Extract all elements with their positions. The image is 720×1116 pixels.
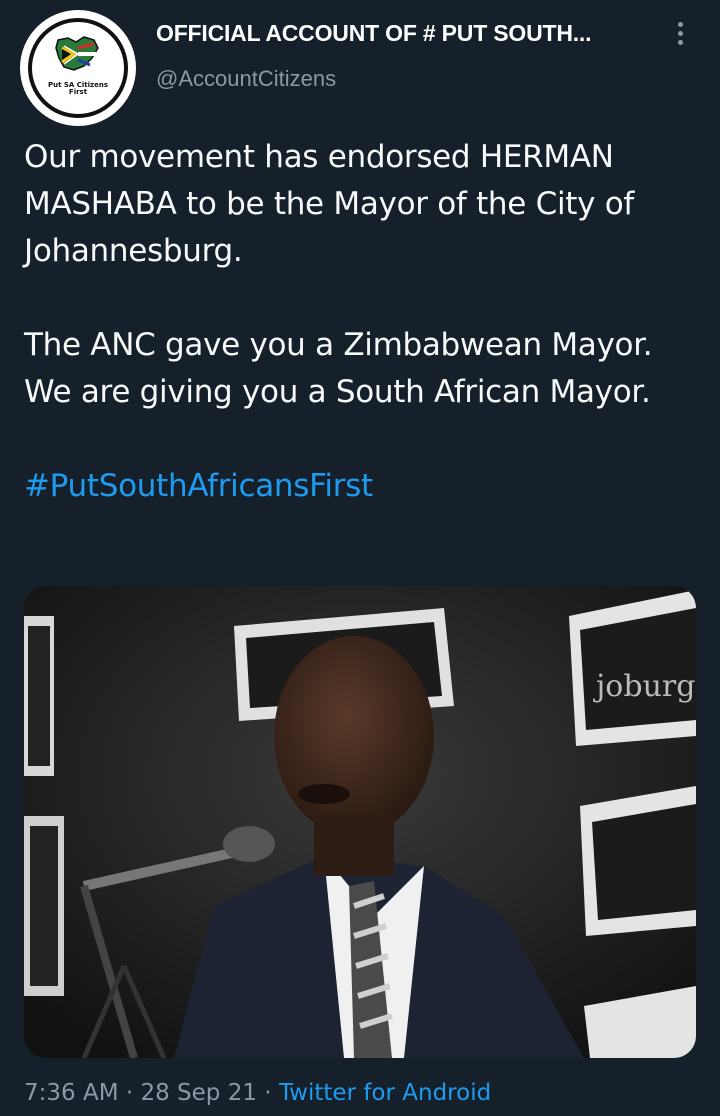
hashtag-link[interactable]: #PutSouthAfricansFirst xyxy=(24,468,373,504)
display-name[interactable]: OFFICIAL ACCOUNT OF # PUT SOUTH... xyxy=(156,20,656,47)
avatar-label: Put SA Citizens First xyxy=(47,81,109,96)
backdrop-text: joburg xyxy=(593,669,695,704)
tweet-header: Put SA Citizens First OFFICIAL ACCOUNT O… xyxy=(0,0,720,130)
tweet-source-link[interactable]: Twitter for Android xyxy=(279,1080,491,1106)
south-africa-map-icon xyxy=(55,36,99,71)
tweet-time: 7:36 AM xyxy=(24,1080,119,1106)
more-options-icon[interactable] xyxy=(670,22,690,52)
tweet-card: Put SA Citizens First OFFICIAL ACCOUNT O… xyxy=(0,0,720,1116)
meta-separator: · xyxy=(257,1080,279,1106)
user-handle[interactable]: @AccountCitizens xyxy=(156,66,336,92)
tweet-text: Our movement has endorsed HERMAN MASHABA… xyxy=(24,134,694,510)
tweet-date: 28 Sep 21 xyxy=(140,1080,257,1106)
tweet-photo[interactable]: joburg xyxy=(24,586,696,1058)
tweet-paragraph-1: Our movement has endorsed HERMAN MASHABA… xyxy=(24,139,634,269)
photo-speaker-at-podium: joburg xyxy=(24,586,696,1058)
tweet-metadata: 7:36 AM · 28 Sep 21 · Twitter for Androi… xyxy=(24,1080,491,1106)
meta-separator: · xyxy=(118,1080,141,1106)
avatar[interactable]: Put SA Citizens First xyxy=(20,10,136,126)
tweet-paragraph-2: The ANC gave you a Zimbabwean Mayor. We … xyxy=(24,327,653,410)
